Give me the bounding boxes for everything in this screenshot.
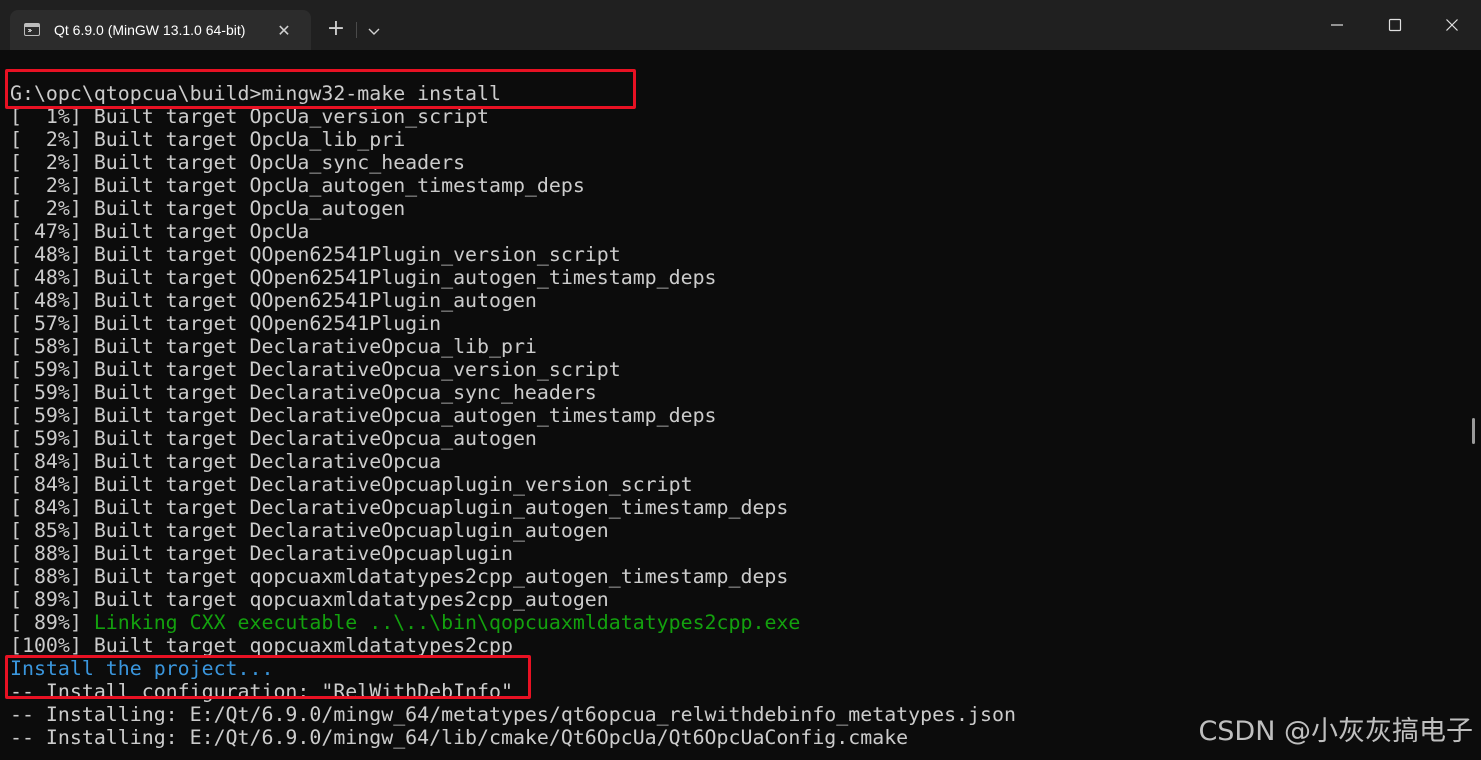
terminal-line-text: [ 48%] Built target QOpen62541Plugin_ver…: [10, 243, 621, 266]
terminal-line: [ 89%] Linking CXX executable ..\..\bin\…: [10, 611, 1016, 634]
terminal-line-text: [ 57%] Built target QOpen62541Plugin: [10, 312, 442, 335]
terminal-line-text: [ 84%] Built target DeclarativeOpcuaplug…: [10, 496, 789, 519]
minimize-icon: [1331, 24, 1343, 26]
tab-close-button[interactable]: ✕: [274, 21, 294, 41]
terminal-line: [ 2%] Built target OpcUa_autogen: [10, 197, 1016, 220]
tab-separator: [356, 22, 357, 38]
minimize-button[interactable]: [1308, 0, 1366, 50]
terminal-line-text: [ 58%] Built target DeclarativeOpcua_lib…: [10, 335, 537, 358]
terminal-line: [ 2%] Built target OpcUa_sync_headers: [10, 151, 1016, 174]
close-icon: [1446, 19, 1458, 31]
terminal-line: [ 84%] Built target DeclarativeOpcuaplug…: [10, 496, 1016, 519]
install-highlight-box: [5, 655, 531, 699]
terminal-line: [ 89%] Built target qopcuaxmldatatypes2c…: [10, 588, 1016, 611]
terminal-output[interactable]: G:\opc\qtopcua\build>mingw32-make instal…: [0, 50, 1481, 760]
terminal-line-text: [ 89%] Built target qopcuaxmldatatypes2c…: [10, 588, 609, 611]
terminal-line-text: [ 2%] Built target OpcUa_autogen: [10, 197, 406, 220]
terminal-line-text: [100%] Built target qopcuaxmldatatypes2c…: [10, 634, 513, 657]
terminal-line: [ 58%] Built target DeclarativeOpcua_lib…: [10, 335, 1016, 358]
terminal-line-text: [ 88%] Built target qopcuaxmldatatypes2c…: [10, 565, 789, 588]
terminal-line: [ 59%] Built target DeclarativeOpcua_aut…: [10, 404, 1016, 427]
terminal-line: [ 84%] Built target DeclarativeOpcuaplug…: [10, 473, 1016, 496]
new-tab-button[interactable]: +: [320, 14, 352, 46]
terminal-line-text: [ 88%] Built target DeclarativeOpcuaplug…: [10, 542, 513, 565]
tab-qt-terminal[interactable]: Qt 6.9.0 (MinGW 13.1.0 64-bit) ✕: [10, 10, 311, 50]
title-bar: Qt 6.9.0 (MinGW 13.1.0 64-bit) ✕ +: [0, 0, 1481, 50]
terminal-line: [ 47%] Built target OpcUa: [10, 220, 1016, 243]
terminal-line-text: -- Installing: E:/Qt/6.9.0/mingw_64/lib/…: [10, 726, 909, 749]
terminal-line: [100%] Built target qopcuaxmldatatypes2c…: [10, 634, 1016, 657]
terminal-line: [ 84%] Built target DeclarativeOpcua: [10, 450, 1016, 473]
terminal-line-text: [ 2%] Built target OpcUa_autogen_timesta…: [10, 174, 585, 197]
terminal-line: [ 2%] Built target OpcUa_autogen_timesta…: [10, 174, 1016, 197]
terminal-line: [ 48%] Built target QOpen62541Plugin_ver…: [10, 243, 1016, 266]
watermark: CSDN @小灰灰搞电子: [1198, 716, 1473, 747]
terminal-line: [ 88%] Built target DeclarativeOpcuaplug…: [10, 542, 1016, 565]
terminal-window: Qt 6.9.0 (MinGW 13.1.0 64-bit) ✕ + G:\op…: [0, 0, 1481, 760]
terminal-line-text: [ 59%] Built target DeclarativeOpcua_aut…: [10, 427, 537, 450]
terminal-line-text: [ 47%] Built target OpcUa: [10, 220, 310, 243]
terminal-line-suffix: Linking CXX executable ..\..\bin\qopcuax…: [93, 611, 801, 634]
command-highlight-box: [5, 69, 636, 109]
terminal-line-text: [ 59%] Built target DeclarativeOpcua_aut…: [10, 404, 717, 427]
terminal-line: [ 2%] Built target OpcUa_lib_pri: [10, 128, 1016, 151]
terminal-line: [ 59%] Built target DeclarativeOpcua_aut…: [10, 427, 1016, 450]
terminal-line-text: [ 2%] Built target OpcUa_lib_pri: [10, 128, 406, 151]
terminal-line: [ 48%] Built target QOpen62541Plugin_aut…: [10, 289, 1016, 312]
tab-title: Qt 6.9.0 (MinGW 13.1.0 64-bit): [54, 22, 246, 38]
terminal-line: -- Installing: E:/Qt/6.9.0/mingw_64/lib/…: [10, 726, 1016, 749]
terminal-line: [ 85%] Built target DeclarativeOpcuaplug…: [10, 519, 1016, 542]
terminal-line-text: [ 85%] Built target DeclarativeOpcuaplug…: [10, 519, 609, 542]
terminal-line: [ 57%] Built target QOpen62541Plugin: [10, 312, 1016, 335]
terminal-line: [ 59%] Built target DeclarativeOpcua_syn…: [10, 381, 1016, 404]
terminal-line-text: [ 2%] Built target OpcUa_sync_headers: [10, 151, 466, 174]
scrollbar-thumb[interactable]: [1472, 418, 1475, 444]
terminal-line-text: [ 59%] Built target DeclarativeOpcua_syn…: [10, 381, 597, 404]
terminal-icon: [24, 23, 40, 36]
terminal-lines: G:\opc\qtopcua\build>mingw32-make instal…: [10, 82, 1016, 749]
maximize-icon: [1388, 18, 1402, 32]
terminal-line-text: [ 48%] Built target QOpen62541Plugin_aut…: [10, 266, 717, 289]
chevron-down-icon[interactable]: [362, 20, 386, 42]
terminal-line-text: -- Installing: E:/Qt/6.9.0/mingw_64/meta…: [10, 703, 1016, 726]
terminal-line-text: [ 84%] Built target DeclarativeOpcua: [10, 450, 442, 473]
terminal-line-text: [ 48%] Built target QOpen62541Plugin_aut…: [10, 289, 537, 312]
maximize-button[interactable]: [1366, 0, 1424, 50]
terminal-line-text: [ 84%] Built target DeclarativeOpcuaplug…: [10, 473, 693, 496]
terminal-line-text: [ 59%] Built target DeclarativeOpcua_ver…: [10, 358, 621, 381]
terminal-line: -- Installing: E:/Qt/6.9.0/mingw_64/meta…: [10, 703, 1016, 726]
terminal-line: [ 59%] Built target DeclarativeOpcua_ver…: [10, 358, 1016, 381]
terminal-line: [ 48%] Built target QOpen62541Plugin_aut…: [10, 266, 1016, 289]
terminal-line: [ 88%] Built target qopcuaxmldatatypes2c…: [10, 565, 1016, 588]
close-window-button[interactable]: [1423, 0, 1481, 50]
terminal-line-text: [ 89%]: [10, 611, 94, 634]
